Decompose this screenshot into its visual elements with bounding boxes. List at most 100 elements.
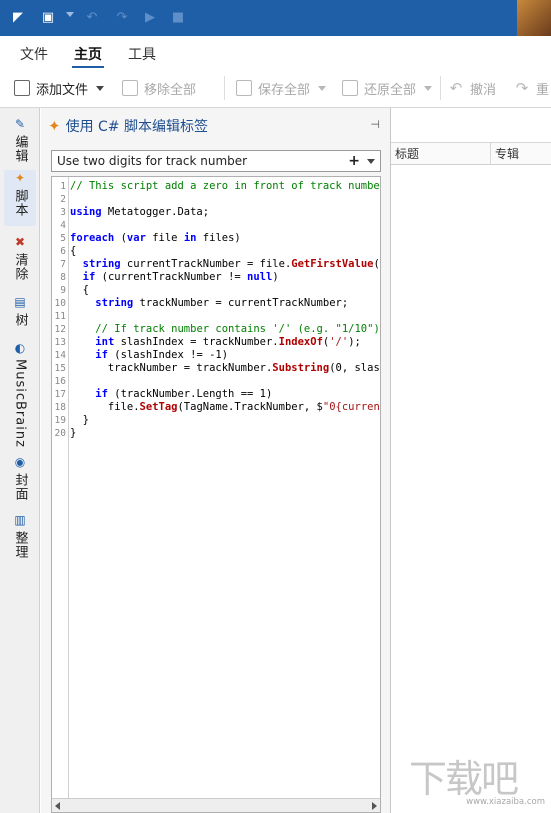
line-number: 7 bbox=[60, 259, 66, 270]
desktop-background bbox=[517, 0, 551, 36]
musicbrainz-icon: ◐ bbox=[14, 341, 26, 355]
side-tab-clear[interactable]: ✖ 清除 bbox=[4, 234, 36, 281]
code-text: { bbox=[70, 284, 89, 296]
side-tab-label: 脚本 bbox=[12, 189, 28, 217]
run-icon[interactable]: ▶ bbox=[142, 10, 158, 26]
side-tab-organize[interactable]: ▥ 整理 bbox=[4, 512, 36, 559]
restore-icon bbox=[342, 80, 358, 96]
line-number: 19 bbox=[54, 415, 66, 426]
code-text: } bbox=[70, 414, 89, 426]
side-tab-label: 清除 bbox=[12, 253, 28, 281]
chevron-down-icon bbox=[318, 85, 327, 91]
quick-access-dropdown-icon[interactable] bbox=[66, 12, 74, 17]
code-text: if (slashIndex != -1) bbox=[95, 349, 229, 361]
redo-icon: ↷ bbox=[515, 79, 529, 97]
tree-icon: ▤ bbox=[14, 295, 26, 309]
code-text: } bbox=[70, 427, 77, 439]
add-files-label: 添加文件 bbox=[36, 82, 89, 98]
undo-icon[interactable]: ↶ bbox=[84, 10, 100, 26]
title-bar: ◤ ▣ ↶ ↷ ▶ ■ bbox=[0, 0, 551, 36]
grid-header: 标题 专辑 bbox=[391, 143, 551, 165]
toolbar-separator bbox=[440, 76, 441, 100]
code-editor[interactable]: 1 // This script add a zero in front of t… bbox=[51, 176, 381, 813]
line-number: 4 bbox=[60, 220, 66, 231]
script-selector[interactable]: Use two digits for track number + bbox=[51, 150, 381, 172]
panel-header: ✦ 使用 C# 脚本编辑标签 bbox=[48, 116, 208, 136]
stop-icon[interactable]: ■ bbox=[170, 10, 186, 26]
ribbon-toolbar: 添加文件 移除全部 保存全部 还原全部 ↶ 撤消 ↷ 重 bbox=[0, 68, 551, 108]
code-text: using Metatogger.Data; bbox=[70, 206, 210, 218]
selected-script-label: Use two digits for track number bbox=[57, 154, 248, 168]
code-text: trackNumber = trackNumber.Substring(0, s… bbox=[70, 362, 380, 374]
line-number: 11 bbox=[54, 311, 66, 322]
line-number: 17 bbox=[54, 389, 66, 400]
code-text: { bbox=[70, 245, 77, 257]
code-text: foreach (var file in files) bbox=[70, 232, 241, 244]
horizontal-scrollbar[interactable] bbox=[52, 798, 380, 812]
line-number: 16 bbox=[54, 376, 66, 387]
cover-icon: ◉ bbox=[14, 455, 26, 469]
panel-title: 使用 C# 脚本编辑标签 bbox=[65, 119, 208, 135]
side-tab-label: 编辑 bbox=[12, 135, 28, 163]
save-all-button[interactable]: 保存全部 bbox=[236, 79, 327, 98]
save-icon bbox=[236, 80, 252, 96]
undo-button[interactable]: ↶ 撤消 bbox=[448, 79, 497, 98]
chevron-down-icon[interactable] bbox=[367, 159, 375, 164]
line-number: 14 bbox=[54, 350, 66, 361]
script-icon: ✦ bbox=[48, 117, 61, 135]
redo-button[interactable]: ↷ 重 bbox=[514, 79, 549, 98]
grid-toolbar bbox=[391, 108, 551, 143]
pin-icon[interactable]: ⊣ bbox=[370, 118, 380, 131]
watermark: 下载吧 www.xiazaiba.com bbox=[409, 757, 545, 807]
line-number: 15 bbox=[54, 363, 66, 374]
clear-icon: ✖ bbox=[14, 235, 26, 249]
add-script-icon[interactable]: + bbox=[348, 151, 360, 171]
line-number: 2 bbox=[60, 194, 66, 205]
tab-file[interactable]: 文件 bbox=[20, 44, 48, 64]
tab-tools[interactable]: 工具 bbox=[128, 44, 156, 64]
remove-all-button[interactable]: 移除全部 bbox=[122, 79, 197, 98]
scroll-left-icon[interactable] bbox=[55, 802, 60, 810]
app-logo-icon: ◤ bbox=[13, 10, 23, 25]
column-header-title[interactable]: 标题 bbox=[391, 143, 491, 165]
redo-icon[interactable]: ↷ bbox=[114, 10, 130, 26]
code-text: int slashIndex = trackNumber.IndexOf('/'… bbox=[95, 336, 361, 348]
scroll-right-icon[interactable] bbox=[372, 802, 377, 810]
side-tab-strip: ✎ 编辑 ✦ 脚本 ✖ 清除 ▤ 树 ◐ MusicBrainz ◉ 封面 ▥ … bbox=[0, 108, 40, 813]
side-tab-tree[interactable]: ▤ 树 bbox=[4, 294, 36, 327]
file-grid: 标题 专辑 下载吧 www.xiazaiba.com bbox=[390, 108, 551, 813]
line-number: 20 bbox=[54, 428, 66, 439]
line-number: 6 bbox=[60, 246, 66, 257]
undo-label: 撤消 bbox=[470, 82, 497, 98]
watermark-logo: 下载吧 bbox=[409, 757, 519, 801]
restore-all-label: 还原全部 bbox=[364, 82, 417, 98]
column-header-album[interactable]: 专辑 bbox=[491, 143, 551, 165]
quick-access-icon[interactable]: ▣ bbox=[40, 10, 56, 26]
code-text: if (trackNumber.Length == 1) bbox=[95, 388, 273, 400]
side-tab-cover[interactable]: ◉ 封面 bbox=[4, 454, 36, 501]
side-tab-label: 树 bbox=[12, 313, 28, 327]
remove-all-label: 移除全部 bbox=[144, 82, 197, 98]
side-tab-label: 整理 bbox=[12, 531, 28, 559]
code-text: if (currentTrackNumber != null) bbox=[82, 271, 279, 283]
code-area[interactable]: 1 // This script add a zero in front of t… bbox=[52, 177, 380, 799]
line-number: 5 bbox=[60, 233, 66, 244]
undo-icon: ↶ bbox=[449, 79, 463, 97]
restore-all-button[interactable]: 还原全部 bbox=[342, 79, 433, 98]
script-icon: ✦ bbox=[14, 171, 26, 185]
code-text: file.SetTag(TagName.TrackNumber, $"0{cur… bbox=[70, 401, 380, 413]
code-text: string currentTrackNumber = file.GetFirs… bbox=[82, 258, 380, 270]
line-number: 9 bbox=[60, 285, 66, 296]
tab-home[interactable]: 主页 bbox=[74, 44, 102, 64]
add-files-button[interactable]: 添加文件 bbox=[14, 79, 105, 98]
code-text: string trackNumber = currentTrackNumber; bbox=[95, 297, 349, 309]
organize-icon: ▥ bbox=[14, 513, 26, 527]
side-tab-script[interactable]: ✦ 脚本 bbox=[4, 170, 36, 226]
line-number: 13 bbox=[54, 337, 66, 348]
chevron-down-icon bbox=[424, 85, 433, 91]
side-tab-edit[interactable]: ✎ 编辑 bbox=[4, 116, 36, 163]
ribbon-tabs: 文件 主页 工具 bbox=[0, 36, 551, 68]
code-text: // If track number contains '/' (e.g. "1… bbox=[95, 323, 380, 335]
line-number: 18 bbox=[54, 402, 66, 413]
side-tab-musicbrainz[interactable]: ◐ MusicBrainz bbox=[4, 340, 36, 448]
